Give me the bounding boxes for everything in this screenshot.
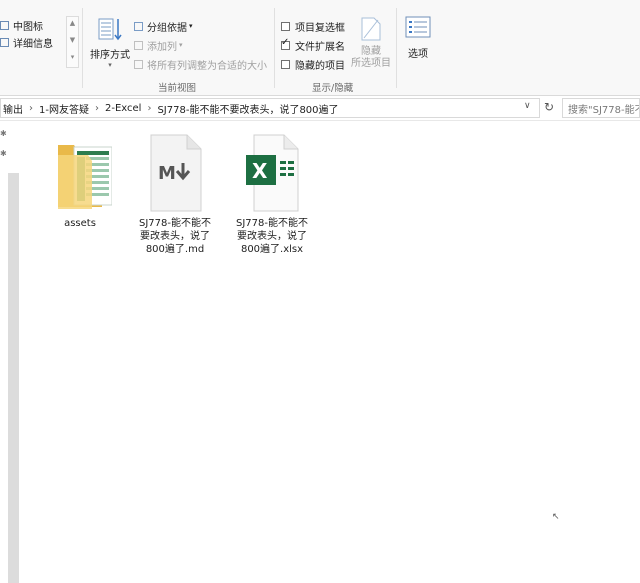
pin-icon[interactable]: ✱	[0, 129, 7, 138]
group-by-button[interactable]: 分组依据 ▾	[134, 18, 193, 34]
markdown-icon: M	[143, 133, 207, 213]
sort-icon	[97, 16, 123, 42]
group-by-icon	[134, 21, 143, 31]
expand-more-icon[interactable]: ▾	[68, 53, 77, 61]
item-checkboxes-checkbox[interactable]	[281, 22, 290, 31]
hide-selected-button[interactable]: 隐藏 所选项目	[348, 16, 394, 72]
search-input[interactable]: 搜索"SJ778-能不...	[562, 98, 640, 118]
options-button[interactable]: 选项	[400, 16, 436, 72]
file-name: assets	[64, 218, 96, 229]
svg-text:M: M	[158, 163, 176, 184]
file-item-markdown[interactable]: M SJ778-能不能不要改表头，说了800遍了.md	[135, 133, 215, 256]
layout-list: 中图标 详细信息	[0, 16, 64, 68]
file-name: SJ778-能不能不要改表头，说了800遍了.md	[139, 218, 211, 255]
scroll-down-icon[interactable]: ▼	[68, 36, 77, 44]
chevron-down-icon: ▾	[189, 22, 193, 30]
group-label-show-hide: 显示/隐藏	[312, 83, 354, 94]
breadcrumb-item[interactable]: SJ778-能不能不要改表头，说了800遍了	[157, 101, 338, 116]
sort-by-button[interactable]: 排序方式 ▾	[88, 14, 132, 70]
scroll-up-icon[interactable]: ▲	[68, 19, 77, 27]
chevron-right-icon[interactable]: ›	[29, 103, 33, 114]
add-column-icon	[134, 40, 143, 50]
ribbon: 中图标 详细信息 ▲ ▼ ▾ 排序方式 ▾ 分组依据 ▾ 添加列 ▾ 将所有列调…	[0, 0, 640, 96]
pin-icon[interactable]: ✱	[0, 149, 7, 158]
details-icon	[0, 37, 9, 47]
fit-columns-button[interactable]: 将所有列调整为合适的大小	[134, 56, 267, 72]
fit-columns-icon	[134, 59, 143, 69]
svg-text:X: X	[252, 159, 268, 183]
refresh-icon[interactable]: ↻	[542, 100, 556, 114]
add-column-button[interactable]: 添加列 ▾	[134, 37, 183, 53]
address-bar: 输出 › 1-网友答疑 › 2-Excel › SJ778-能不能不要改表头，说…	[0, 96, 640, 121]
breadcrumb-item[interactable]: 输出	[3, 101, 23, 116]
item-checkboxes-toggle[interactable]: 项目复选框	[281, 18, 345, 35]
address-dropdown-icon[interactable]: ∨	[524, 101, 531, 111]
layout-scrollbar[interactable]: ▲ ▼ ▾	[66, 16, 79, 68]
medium-icons-icon	[0, 20, 9, 30]
layout-details[interactable]: 详细信息	[0, 33, 53, 51]
group-label-current-view: 当前视图	[158, 83, 197, 94]
layout-medium-icons[interactable]: 中图标	[0, 16, 43, 34]
chevron-right-icon[interactable]: ›	[95, 103, 99, 114]
file-item-folder[interactable]: assets	[40, 133, 120, 230]
nav-scrollbar[interactable]	[8, 173, 19, 583]
folder-icon	[48, 133, 113, 213]
options-icon	[405, 16, 431, 38]
file-extensions-toggle[interactable]: 文件扩展名	[281, 37, 345, 54]
mouse-cursor-icon: ↖	[552, 512, 560, 522]
chevron-down-icon: ▾	[108, 61, 112, 69]
breadcrumb-item[interactable]: 2-Excel	[105, 103, 141, 114]
excel-icon: X	[240, 133, 304, 213]
breadcrumb[interactable]: 输出 › 1-网友答疑 › 2-Excel › SJ778-能不能不要改表头，说…	[0, 98, 540, 118]
chevron-down-icon: ▾	[179, 41, 183, 49]
chevron-right-icon[interactable]: ›	[147, 103, 151, 114]
hidden-items-toggle[interactable]: 隐藏的项目	[281, 56, 345, 73]
file-list: assets M SJ778-能不能不要改表头，说了800遍了.md X SJ7…	[22, 121, 640, 519]
hidden-items-checkbox[interactable]	[281, 60, 290, 69]
file-item-excel[interactable]: X SJ778-能不能不要改表头，说了800遍了.xlsx	[232, 133, 312, 256]
hide-selected-icon	[361, 17, 381, 41]
file-name: SJ778-能不能不要改表头，说了800遍了.xlsx	[236, 218, 308, 255]
breadcrumb-item[interactable]: 1-网友答疑	[39, 101, 89, 116]
navigation-pane: ✱ ✱	[0, 121, 20, 583]
file-extensions-checkbox[interactable]	[281, 37, 290, 50]
